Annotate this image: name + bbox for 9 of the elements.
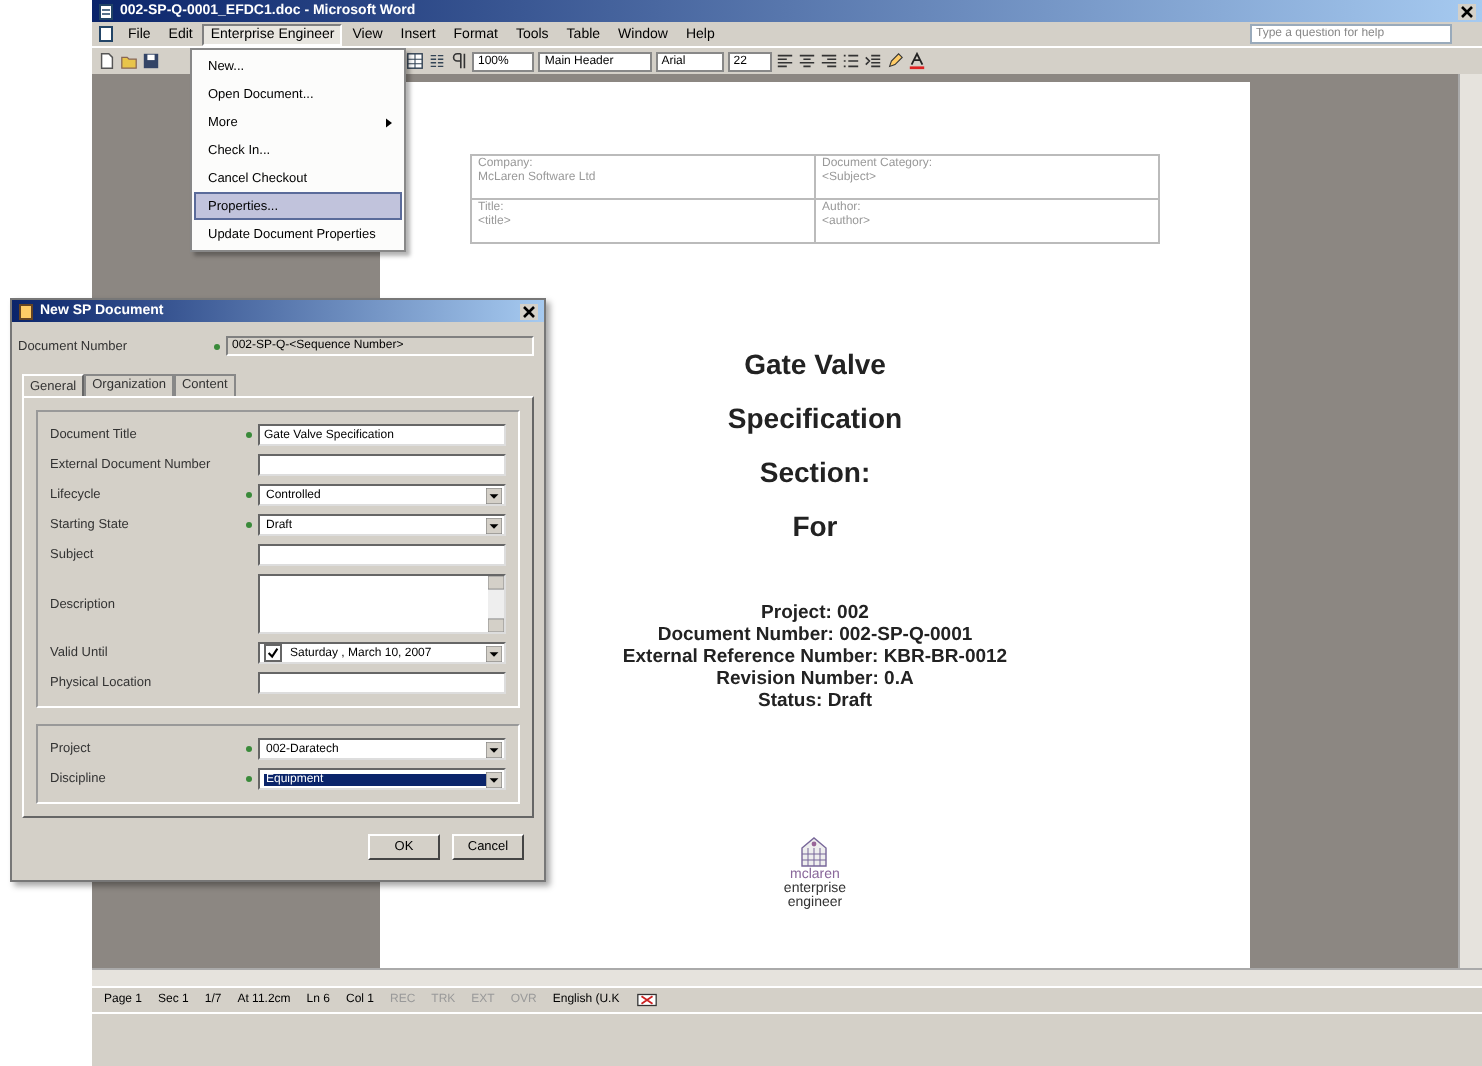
document-detail: Status: Draft: [757, 690, 872, 712]
document-detail: Project: 002: [761, 602, 869, 624]
document-heading: Gate Valve: [744, 348, 886, 380]
document-detail: Revision Number: 0.A: [716, 668, 914, 690]
document-heading: For: [792, 510, 838, 542]
document-heading: Specification: [727, 402, 903, 434]
document-heading: Section:: [759, 456, 871, 488]
document-detail: Document Number: 002-SP-Q-0001: [657, 624, 973, 646]
document-detail: External Reference Number: KBR-BR-0012: [622, 646, 1008, 668]
